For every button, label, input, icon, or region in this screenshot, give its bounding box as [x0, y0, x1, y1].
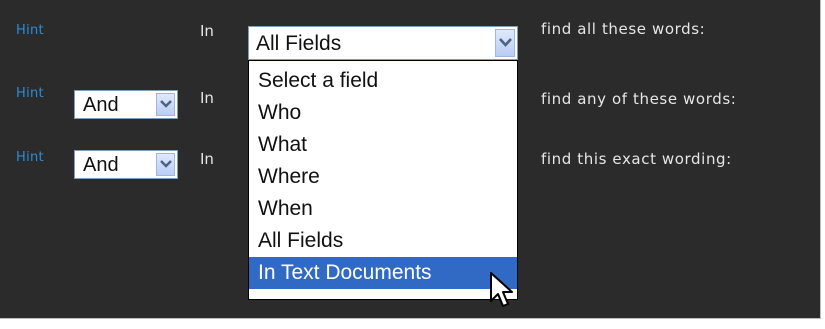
field-select[interactable]: All Fields	[248, 26, 518, 60]
operator-select-row2[interactable]: And	[74, 90, 178, 119]
option-who[interactable]: Who	[249, 97, 517, 129]
in-label-row2: In	[200, 89, 214, 107]
operator-select-row3[interactable]: And	[74, 150, 178, 179]
phrase-label-row3: find this exact wording:	[541, 150, 732, 168]
in-label-row3: In	[200, 150, 214, 168]
phrase-label-row1: find all these words:	[541, 20, 706, 38]
option-in-text-documents[interactable]: In Text Documents	[249, 257, 517, 289]
operator-value-row2: And	[83, 94, 119, 116]
option-select-a-field[interactable]: Select a field	[249, 65, 517, 97]
search-panel: Hint In find all these words: Hint And I…	[0, 0, 821, 319]
hint-link-row2[interactable]: Hint	[16, 86, 44, 101]
phrase-label-row2: find any of these words:	[541, 90, 737, 108]
chevron-down-icon[interactable]	[495, 29, 515, 57]
mouse-pointer-icon	[490, 272, 513, 307]
field-select-dropdown: Select a field Who What Where When All F…	[248, 60, 518, 300]
chevron-down-icon[interactable]	[156, 153, 175, 176]
option-all-fields[interactable]: All Fields	[249, 225, 517, 257]
operator-value-row3: And	[83, 154, 119, 176]
chevron-down-icon[interactable]	[156, 93, 175, 116]
hint-link-row1[interactable]: Hint	[16, 23, 44, 38]
option-what[interactable]: What	[249, 129, 517, 161]
field-select-value: All Fields	[256, 32, 342, 55]
option-when[interactable]: When	[249, 193, 517, 225]
option-where[interactable]: Where	[249, 161, 517, 193]
in-label-row1: In	[200, 22, 214, 40]
hint-link-row3[interactable]: Hint	[16, 150, 44, 165]
